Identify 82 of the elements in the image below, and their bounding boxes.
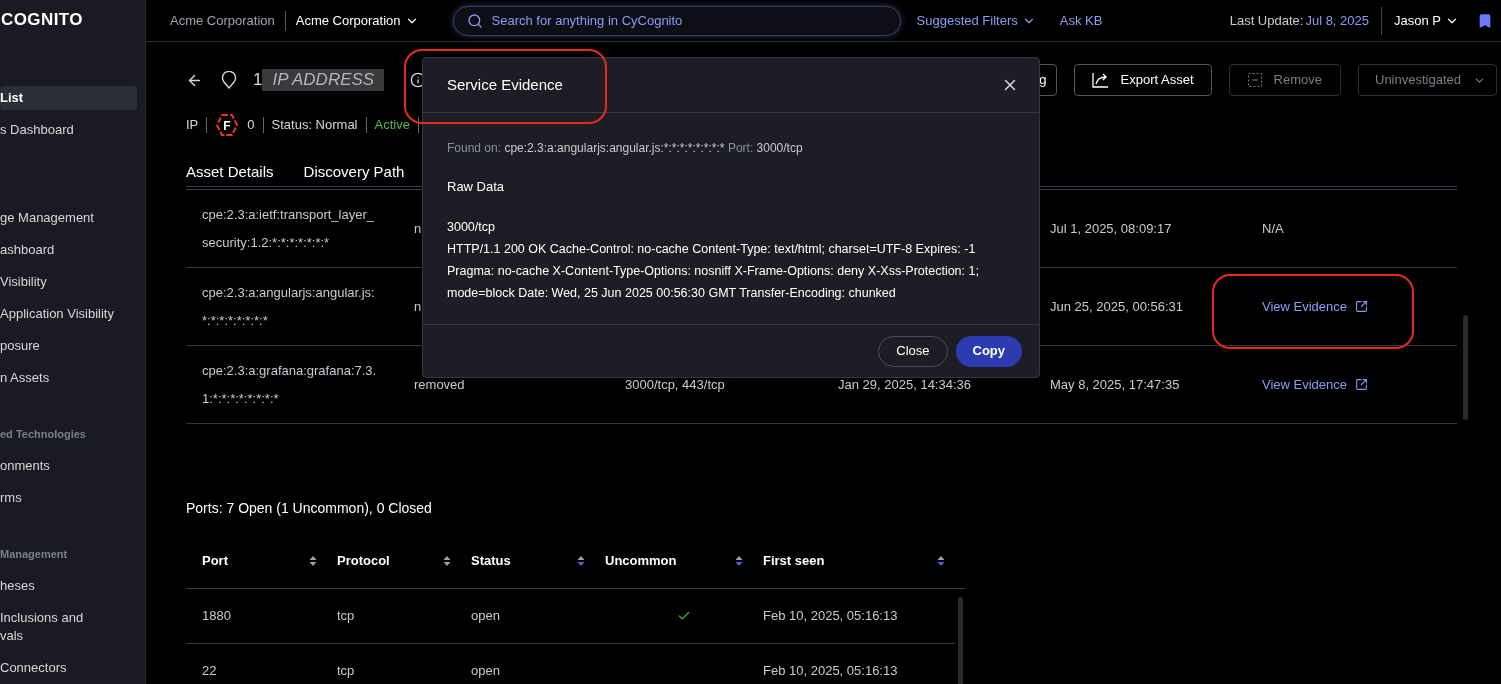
sort-icon[interactable] [937, 554, 945, 567]
table-cell: 1880 [202, 608, 231, 624]
remove-icon [1247, 73, 1262, 87]
sidebar-item[interactable]: s Dashboard [0, 118, 137, 142]
column-header[interactable]: Uncommon [605, 550, 677, 571]
table-cell: Jul 1, 2025, 08:09:17 [1050, 220, 1172, 236]
table-cell: open [471, 663, 500, 679]
table-cell: Feb 10, 2025, 05:16:13 [763, 608, 898, 624]
raw-data-port: 3000/tcp [447, 218, 496, 236]
view-evidence-link[interactable]: View Evidence [1262, 374, 1369, 395]
search-field[interactable]: Search for anything in CyCognito [452, 5, 901, 36]
sidebar-item[interactable]: Application Visibility [0, 302, 137, 326]
view-evidence-link[interactable]: View Evidence [1262, 296, 1369, 317]
location-pin-icon [221, 71, 237, 89]
search-icon [466, 12, 483, 29]
copy-button[interactable]: Copy [955, 335, 1022, 367]
raw-data-text: HTTP/1.1 200 OK Cache-Control: no-cache Content-Type: text/html; charset=UTF-8 Expires: -1 Pragma: no-cache X-Content-Type-Options: nosniff X-Frame-Options: deny X-Xss-Protection: 1; mode=block Date: Wed, 25 Jun 2025 00:56:30 GMT Transfer-Encoding: chunked [447, 240, 980, 302]
scrollbar[interactable] [1463, 315, 1468, 420]
table-cell: tcp [337, 608, 355, 624]
sidebar-item[interactable]: onments [0, 454, 137, 478]
external-link-icon [1355, 300, 1369, 313]
table-cell: removed [414, 376, 465, 392]
sidebar-item[interactable]: Visibility [0, 270, 137, 294]
column-header[interactable]: Status [471, 550, 511, 571]
table-cell: n [414, 298, 422, 314]
top-link[interactable]: Suggested Filters [916, 10, 1036, 31]
column-header[interactable]: Protocol [337, 550, 390, 571]
table-cell: Feb 10, 2025, 05:16:13 [763, 663, 898, 679]
dialog-title: Service Evidence [447, 74, 563, 95]
sidebar-item[interactable]: heses [0, 574, 137, 598]
sort-icon[interactable] [735, 554, 743, 567]
column-header[interactable]: Port [202, 550, 228, 571]
organization-selector[interactable]: Acme Corporation [295, 10, 419, 31]
redacted-ip-address: IP ADDRESS [262, 69, 385, 91]
sidebar-item[interactable]: List [0, 86, 137, 110]
table-cell: 3000/tcp, 443/tcp [625, 376, 725, 392]
table-cell-text: cpe:2.3:a:angularjs:angular.js:*:*:*:*:*:*:*:* [202, 283, 376, 330]
export-button[interactable]: Export Asset [1073, 64, 1212, 96]
sidebar-item[interactable]: rms [0, 486, 137, 510]
grade-badge: F [215, 113, 240, 137]
tab[interactable]: Discovery Path [303, 160, 405, 184]
found-on-text: Found on: cpe:2.3:a:angularjs:angular.js:*:*:*:*:*:*:*:* Port: 3000/tcp [447, 140, 804, 157]
table-cell-text: cpe:2.3:a:grafana:grafana:7.3.1:*:*:*:*:*:*:*:* [202, 361, 378, 408]
column-header[interactable]: First seen [763, 550, 825, 571]
organization-label: Acme Corporation [170, 11, 275, 30]
sidebar-item[interactable]: ge Management [0, 206, 137, 230]
table-cell: open [471, 608, 500, 624]
export-icon [1091, 72, 1109, 88]
ports-summary: Ports: 7 Open (1 Uncommon), 0 Closed [186, 499, 433, 518]
table-cell: Jan 29, 2025, 14:34:36 [838, 376, 971, 392]
last-update-date: Jul 8, 2025 [1305, 11, 1369, 30]
activity-status: Active [374, 116, 410, 135]
sidebar-section-heading: ed Technologies [0, 426, 87, 442]
sort-icon[interactable] [309, 554, 317, 567]
asset-type: IP [186, 116, 199, 135]
section-label: Raw Data [447, 178, 506, 196]
table-cell-text: cpe:2.3:a:ietf:transport_layer_security:1.2:*:*:*:*:*:*:* [202, 205, 375, 252]
user-menu[interactable]: Jason P [1394, 10, 1459, 31]
asset-status: Status: Normal [271, 116, 358, 135]
table-cell: tcp [337, 663, 355, 679]
table-cell: 22 [202, 663, 217, 679]
scrollbar[interactable] [958, 597, 963, 684]
sort-icon[interactable] [443, 554, 451, 567]
grade-count: 0 [247, 116, 255, 135]
sidebar-item[interactable]: ashboard [0, 238, 137, 262]
table-cell: N/A [1262, 220, 1284, 236]
sort-icon[interactable] [577, 554, 585, 567]
sidebar-item[interactable]: n Assets [0, 366, 137, 390]
table-cell: Jun 25, 2025, 00:56:31 [1050, 298, 1183, 314]
asset-id-prefix: 1 [253, 69, 263, 92]
table-cell: May 8, 2025, 17:47:35 [1050, 376, 1180, 392]
sidebar-item[interactable]: Inclusions and vals [0, 606, 137, 648]
table-cell: n [414, 220, 422, 236]
external-link-icon [1355, 378, 1369, 391]
sidebar-item[interactable]: posure [0, 334, 137, 358]
top-link[interactable]: Ask KB [1059, 10, 1103, 31]
sidebar-item[interactable]: Connectors [0, 656, 137, 680]
last-update-label: Last Update: [1229, 11, 1304, 30]
tab[interactable]: Asset Details [186, 160, 274, 184]
logo: COGNITO [0, 9, 84, 31]
sidebar-section-heading: Management [0, 546, 69, 562]
bookmark-icon[interactable] [1477, 12, 1493, 29]
